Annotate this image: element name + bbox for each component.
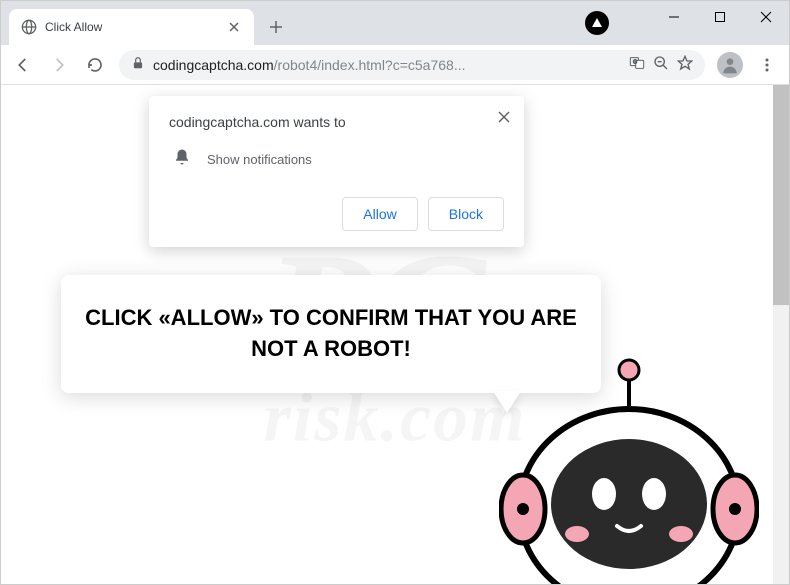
globe-icon [21, 19, 37, 35]
scrollbar[interactable] [773, 85, 789, 584]
svg-text:G: G [633, 60, 637, 66]
robot-illustration [499, 354, 759, 584]
url-domain: codingcaptcha.com [153, 57, 274, 73]
url-input[interactable]: codingcaptcha.com/robot4/index.html?c=c5… [119, 50, 705, 80]
forward-button[interactable] [43, 49, 75, 81]
translate-icon[interactable]: G [629, 55, 645, 74]
page-content: PC risk.com CLICK «ALLOW» TO CONFIRM THA… [1, 85, 789, 584]
reload-button[interactable] [79, 49, 111, 81]
title-bar: Click Allow [1, 1, 789, 45]
allow-button[interactable]: Allow [342, 197, 417, 231]
maximize-button[interactable] [697, 1, 743, 33]
minimize-button[interactable] [651, 1, 697, 33]
bookmark-icon[interactable] [677, 55, 693, 74]
bell-icon [173, 148, 191, 171]
block-button[interactable]: Block [428, 197, 504, 231]
dialog-body: Show notifications [207, 152, 312, 167]
zoom-icon[interactable] [653, 55, 669, 74]
lock-icon [131, 56, 145, 73]
scrollbar-thumb[interactable] [773, 85, 789, 305]
browser-window: Click Allow [0, 0, 790, 585]
window-controls [651, 1, 789, 33]
url-path: /robot4/index.html?c=c5a768... [274, 57, 466, 73]
back-button[interactable] [7, 49, 39, 81]
close-window-button[interactable] [743, 1, 789, 33]
close-tab-icon[interactable] [226, 19, 242, 35]
dialog-header: codingcaptcha.com wants to [169, 114, 504, 130]
url-text: codingcaptcha.com/robot4/index.html?c=c5… [153, 57, 621, 73]
address-bar: codingcaptcha.com/robot4/index.html?c=c5… [1, 45, 789, 85]
menu-icon[interactable] [751, 49, 783, 81]
close-icon[interactable] [498, 110, 510, 128]
browser-tab[interactable]: Click Allow [9, 9, 254, 45]
notification-permission-dialog: codingcaptcha.com wants to Show notifica… [149, 96, 524, 247]
profile-avatar[interactable] [717, 52, 743, 78]
tab-title: Click Allow [45, 20, 218, 34]
new-tab-button[interactable] [262, 13, 290, 41]
search-badge-icon[interactable] [585, 11, 609, 35]
